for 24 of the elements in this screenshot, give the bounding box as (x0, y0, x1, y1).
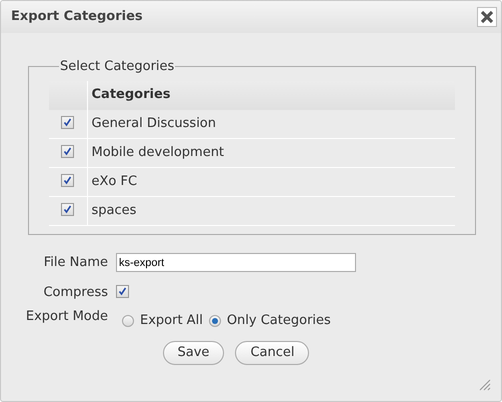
close-icon (480, 10, 494, 24)
field-label: File Name (42, 254, 108, 272)
checkbox[interactable] (61, 145, 74, 158)
file-name-field[interactable]: ks-export (116, 253, 356, 272)
checkbox[interactable] (116, 284, 129, 298)
group-legend: Select Categories (59, 57, 176, 76)
category-name: spaces (87, 196, 455, 226)
dialog-button[interactable]: Cancel (235, 340, 310, 364)
resize-grip-icon[interactable] (479, 379, 491, 391)
field-label: Export Mode (24, 308, 108, 326)
radio-button[interactable] (122, 314, 134, 327)
category-name: Mobile development (87, 138, 455, 168)
category-name: eXo FC (87, 168, 455, 196)
checkbox[interactable] (61, 203, 74, 216)
close-button[interactable] (477, 7, 497, 27)
radio-button[interactable] (208, 314, 221, 327)
dialog-button[interactable]: Save (162, 340, 224, 364)
field-label: Compress (42, 284, 108, 302)
category-name: General Discussion (87, 110, 455, 138)
checkbox[interactable] (61, 174, 74, 188)
window-title: Export Categories (11, 8, 143, 26)
radio-label[interactable]: Only Categories (226, 311, 331, 330)
checkbox[interactable] (61, 116, 74, 129)
radio-label[interactable]: Export All (140, 311, 203, 330)
